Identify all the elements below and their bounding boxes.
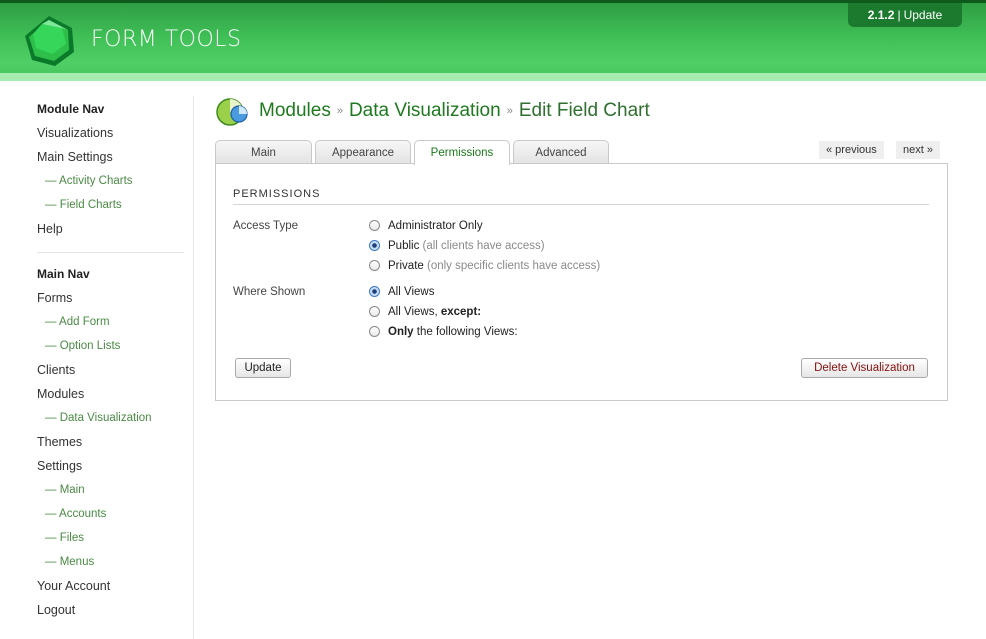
- sidebar-item-main-settings[interactable]: Main Settings: [37, 150, 113, 164]
- option-text: Administrator Only: [388, 220, 483, 232]
- sidebar-item-help[interactable]: Help: [37, 222, 63, 236]
- sidebar-item-field-charts[interactable]: — Field Charts: [45, 199, 122, 211]
- access-public-label[interactable]: Public (all clients have access): [388, 240, 545, 252]
- sidebar-item-forms[interactable]: Forms: [37, 291, 72, 305]
- access-public-radio[interactable]: [369, 240, 380, 251]
- sidebar-item-data-visualization[interactable]: — Data Visualization: [45, 412, 152, 424]
- option-bold-text: except:: [440, 306, 482, 318]
- tab-main[interactable]: Main: [215, 140, 312, 164]
- next-link[interactable]: next »: [896, 141, 940, 159]
- access-type-label: Access Type: [233, 220, 298, 232]
- option-text: Public: [388, 240, 420, 252]
- where-all-views-except-label[interactable]: All Views, except:: [388, 306, 481, 318]
- sidebar-item-files[interactable]: — Files: [45, 532, 84, 544]
- breadcrumb-data-visualization[interactable]: Data Visualization: [349, 100, 501, 121]
- access-private-radio[interactable]: [369, 260, 380, 271]
- section-title: PERMISSIONS: [233, 188, 321, 200]
- option-bold-text: Only: [388, 326, 414, 338]
- access-admin-only-radio[interactable]: [369, 220, 380, 231]
- where-all-views-radio[interactable]: [369, 286, 380, 297]
- where-only-following-label[interactable]: Only the following Views:: [388, 326, 518, 338]
- option-hint: (all clients have access): [422, 240, 545, 252]
- tab-appearance[interactable]: Appearance: [315, 140, 411, 164]
- sidebar-item-your-account[interactable]: Your Account: [37, 579, 110, 593]
- tab-permissions[interactable]: Permissions: [414, 140, 510, 165]
- sidebar-item-clients[interactable]: Clients: [37, 363, 75, 377]
- version-separator: |: [897, 8, 901, 22]
- form-tools-logo-icon[interactable]: [22, 14, 76, 68]
- update-link[interactable]: Update: [904, 8, 943, 22]
- option-text: the following Views:: [413, 326, 518, 338]
- option-text: Private: [388, 260, 424, 272]
- data-visualization-module-icon: [216, 98, 248, 126]
- where-all-views-label[interactable]: All Views: [388, 286, 434, 298]
- sidebar-item-visualizations[interactable]: Visualizations: [37, 126, 113, 140]
- breadcrumb-separator: »: [336, 105, 343, 117]
- breadcrumb: Modules » Data Visualization » Edit Field Ch…: [259, 100, 650, 122]
- where-shown-label: Where Shown: [233, 286, 306, 298]
- tab-advanced[interactable]: Advanced: [513, 140, 609, 164]
- option-text: All Views: [388, 286, 435, 298]
- breadcrumb-modules[interactable]: Modules: [259, 100, 331, 121]
- header-bottom-strip: [0, 73, 986, 81]
- sidebar-item-settings-main[interactable]: — Main: [45, 484, 85, 496]
- option-text: All Views,: [388, 306, 441, 318]
- where-only-following-radio[interactable]: [369, 326, 380, 337]
- page-title: Edit Field Chart: [518, 100, 650, 121]
- sidebar-item-settings[interactable]: Settings: [37, 459, 82, 473]
- sidebar-item-activity-charts[interactable]: — Activity Charts: [45, 175, 133, 187]
- app-header: FORM TOOLS 2.1.2 | Update: [0, 0, 986, 81]
- sidebar-item-accounts[interactable]: — Accounts: [45, 508, 106, 520]
- sidebar-item-themes[interactable]: Themes: [37, 435, 82, 449]
- sidebar-item-logout[interactable]: Logout: [37, 603, 75, 617]
- update-button[interactable]: Update: [235, 358, 291, 378]
- sidebar-divider: [37, 252, 184, 253]
- previous-link[interactable]: « previous: [819, 141, 884, 159]
- access-admin-only-label[interactable]: Administrator Only: [388, 220, 483, 232]
- main-nav-heading: Main Nav: [37, 267, 90, 281]
- version-tab: 2.1.2 | Update: [848, 3, 962, 27]
- sidebar-item-add-form[interactable]: — Add Form: [45, 316, 110, 328]
- sidebar-item-modules[interactable]: Modules: [37, 387, 84, 401]
- app-logo-text: FORM TOOLS: [91, 27, 242, 52]
- section-divider: [233, 204, 929, 205]
- delete-visualization-button[interactable]: Delete Visualization: [801, 358, 928, 378]
- sidebar-item-option-lists[interactable]: — Option Lists: [45, 340, 120, 352]
- where-all-views-except-radio[interactable]: [369, 306, 380, 317]
- breadcrumb-separator: »: [506, 105, 513, 117]
- module-nav-heading: Module Nav: [37, 102, 105, 116]
- sidebar-item-menus[interactable]: — Menus: [45, 556, 94, 568]
- option-hint: (only specific clients have access): [427, 260, 601, 272]
- version-number: 2.1.2: [867, 8, 895, 22]
- access-private-label[interactable]: Private (only specific clients have acce…: [388, 260, 600, 272]
